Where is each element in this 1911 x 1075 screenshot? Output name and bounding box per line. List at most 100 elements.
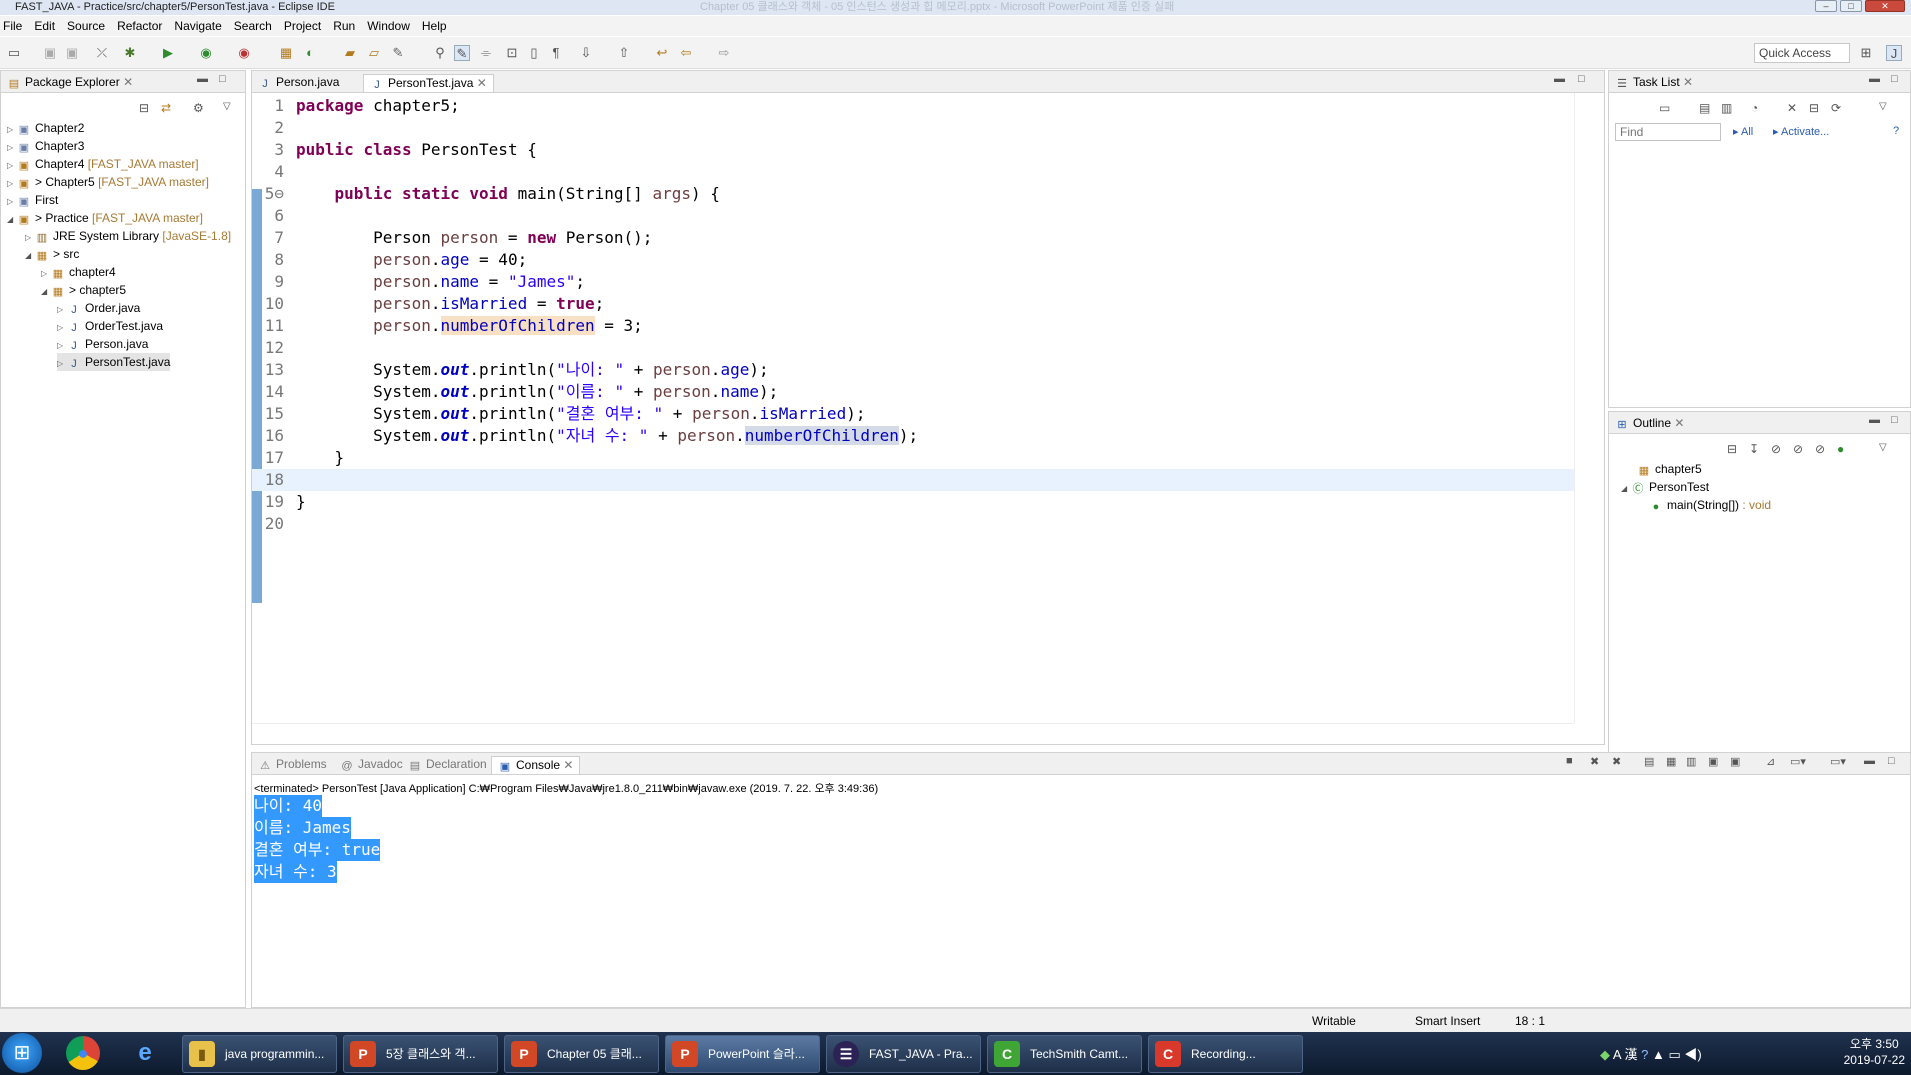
tree-item[interactable]: ▷ ▣ > Chapter5 [FAST_JAVA master] <box>7 173 209 191</box>
menu-window[interactable]: Window <box>367 19 410 33</box>
shield-icon[interactable]: ◆ <box>1600 1047 1610 1062</box>
tab-declaration[interactable]: ▤ Declaration <box>402 756 493 774</box>
collapse-all-icon[interactable]: ⊟ <box>1727 442 1737 456</box>
tree-item[interactable]: ▷ J Person.java <box>57 335 148 353</box>
skip-breakpoints-icon[interactable]: ⤫ <box>94 45 110 61</box>
debug-icon[interactable]: ✱ <box>122 45 138 61</box>
minimize-icon[interactable]: ▬ <box>1869 414 1880 426</box>
maximize-icon[interactable]: □ <box>1578 73 1585 85</box>
hide-non-public-icon[interactable]: ⊘ <box>1815 442 1825 456</box>
outline-item[interactable]: ● main(String[]) : void <box>1649 496 1771 514</box>
tree-item[interactable]: ▷ ▣ Chapter3 <box>7 137 84 155</box>
menu-run[interactable]: Run <box>333 19 355 33</box>
open-perspective-icon[interactable]: ⊞ <box>1858 45 1874 61</box>
maximize-icon[interactable]: □ <box>1891 414 1898 426</box>
ime-indicator[interactable]: A 漢 <box>1613 1047 1638 1062</box>
menu-source[interactable]: Source <box>67 19 105 33</box>
taskbar-button-powerpoint-3[interactable]: P PowerPoint 슬라... <box>665 1035 820 1073</box>
save-icon[interactable]: ▣ <box>42 45 58 61</box>
toggle-mark-occurrences-icon[interactable]: ✎ <box>454 45 470 61</box>
vertical-scrollbar[interactable] <box>1574 93 1604 723</box>
open-task-icon[interactable]: ▱ <box>366 45 382 61</box>
taskbar-button-powerpoint-2[interactable]: P Chapter 05 클래... <box>504 1035 659 1073</box>
last-edit-location-icon[interactable]: ↩ <box>654 45 670 61</box>
show-hidden-icons[interactable]: ▲ <box>1652 1047 1665 1062</box>
collapse-all-icon[interactable]: ⊟ <box>139 101 149 115</box>
tab-task-list[interactable]: ☰ Task List ✕ <box>1609 74 1699 92</box>
clear-console-icon[interactable]: ▤ <box>1644 755 1654 768</box>
help-icon[interactable]: ? <box>1641 1047 1648 1062</box>
horizontal-scrollbar[interactable] <box>252 723 1574 743</box>
taskbar-button-eclipse[interactable]: ☰ FAST_JAVA - Pra... <box>826 1035 981 1073</box>
taskbar-button-explorer[interactable]: ▮ java programmin... <box>182 1035 337 1073</box>
quick-access-field[interactable]: Quick Access <box>1754 43 1850 63</box>
console-output-line[interactable]: 자녀 수: 3 <box>254 861 337 883</box>
collapse-icon[interactable]: ◢ <box>1621 480 1631 498</box>
activate-task-link[interactable]: ▸ Activate... <box>1773 125 1829 138</box>
synchronize-icon[interactable]: ⟳ <box>1831 101 1841 115</box>
menu-refactor[interactable]: Refactor <box>117 19 162 33</box>
collapse-icon[interactable]: ◢ <box>7 211 17 229</box>
tree-item[interactable]: ◢ ▦ > src <box>25 245 79 263</box>
menu-navigate[interactable]: Navigate <box>174 19 221 33</box>
search-icon[interactable]: ✎ <box>390 45 406 61</box>
forward-icon[interactable]: ⇨ <box>716 45 732 61</box>
tab-person-java[interactable]: J Person.java <box>252 74 345 92</box>
open-console-icon[interactable]: ▭▾ <box>1830 755 1846 768</box>
internet-explorer-icon[interactable]: e <box>128 1036 162 1070</box>
tab-javadoc[interactable]: @ Javadoc <box>334 756 409 774</box>
previous-annotation-icon[interactable]: ⇧ <box>616 45 632 61</box>
java-perspective-icon[interactable]: J <box>1886 45 1902 61</box>
tree-item[interactable]: ▷ ▦ chapter4 <box>41 263 116 281</box>
coverage-icon[interactable]: ◉ <box>198 45 214 61</box>
taskbar-button-powerpoint-1[interactable]: P 5장 클래스와 객... <box>343 1035 498 1073</box>
console-output-line[interactable]: 이름: James <box>254 817 351 839</box>
tree-item[interactable]: ▷ ▣ Chapter2 <box>7 119 84 137</box>
tree-item[interactable]: ▷ ▣ First <box>7 191 58 209</box>
tree-item[interactable]: ◢ ▣ > Practice [FAST_JAVA master] <box>7 209 203 227</box>
minimize-icon[interactable]: ▬ <box>1554 73 1565 85</box>
hide-static-icon[interactable]: ⊘ <box>1793 442 1803 456</box>
code-area[interactable]: 1 package chapter5; 2 3 public class Perso… <box>252 95 1574 535</box>
taskbar-button-camtasia[interactable]: C TechSmith Camt... <box>987 1035 1142 1073</box>
network-icon[interactable]: ▭ <box>1668 1047 1680 1062</box>
word-wrap-icon[interactable]: ▥ <box>1686 755 1696 768</box>
hide-local-types-icon[interactable]: ● <box>1837 442 1844 456</box>
close-icon[interactable]: ✕ <box>563 758 573 772</box>
new-task-icon[interactable]: ▭ <box>1659 101 1670 115</box>
hide-fields-icon[interactable]: ⊘ <box>1771 442 1781 456</box>
remove-launch-icon[interactable]: ✖ <box>1590 755 1599 768</box>
maximize-button[interactable]: □ <box>1840 0 1862 12</box>
collapse-icon[interactable]: ⊟ <box>1809 101 1819 115</box>
back-icon[interactable]: ⇦ <box>678 45 694 61</box>
tree-item[interactable]: ▷ ▣ Chapter4 [FAST_JAVA master] <box>7 155 199 173</box>
console-output-line[interactable]: 결혼 여부: true <box>254 839 381 861</box>
scheduled-icon[interactable]: ▥ <box>1721 101 1732 115</box>
view-menu-icon[interactable]: ▽ <box>1879 442 1887 453</box>
toggle-ant-editor-icon[interactable]: ⚲ <box>432 45 448 61</box>
tab-problems[interactable]: ⚠ Problems <box>252 756 333 774</box>
view-menu-icon[interactable]: ▽ <box>223 101 231 112</box>
chrome-icon[interactable]: ● <box>66 1036 100 1070</box>
remove-all-terminated-icon[interactable]: ✖ <box>1612 755 1621 768</box>
tab-console[interactable]: ▣ Console ✕ <box>491 756 581 774</box>
close-icon[interactable]: ✕ <box>123 75 133 89</box>
expand-icon[interactable]: ▷ <box>57 355 67 373</box>
close-icon[interactable]: ✕ <box>477 76 487 90</box>
minimize-icon[interactable]: ▬ <box>1864 755 1875 767</box>
display-selected-console-icon[interactable]: ▭▾ <box>1790 755 1806 768</box>
pin-console-icon[interactable]: ⊿ <box>1766 755 1775 768</box>
scroll-lock-icon[interactable]: ▦ <box>1666 755 1676 768</box>
start-button[interactable]: ⊞ <box>2 1033 42 1073</box>
focus-icon[interactable]: ◔ <box>1751 101 1758 115</box>
outline-item[interactable]: ▦ chapter5 <box>1637 460 1702 478</box>
show-on-stderr-icon[interactable]: ▣ <box>1730 755 1740 768</box>
toggle-block-selection-icon[interactable]: ⌯ <box>478 45 494 61</box>
sort-icon[interactable]: ↧ <box>1749 442 1759 456</box>
new-java-package-icon[interactable]: ▦ <box>278 45 294 61</box>
all-filter-link[interactable]: ▸ All <box>1733 125 1753 138</box>
taskbar-clock[interactable]: 오후 3:50 2019-07-22 <box>1844 1036 1905 1068</box>
next-annotation-icon[interactable]: ⇩ <box>578 45 594 61</box>
menu-file[interactable]: File <box>3 19 22 33</box>
tree-item[interactable]: ▷ J Order.java <box>57 299 140 317</box>
